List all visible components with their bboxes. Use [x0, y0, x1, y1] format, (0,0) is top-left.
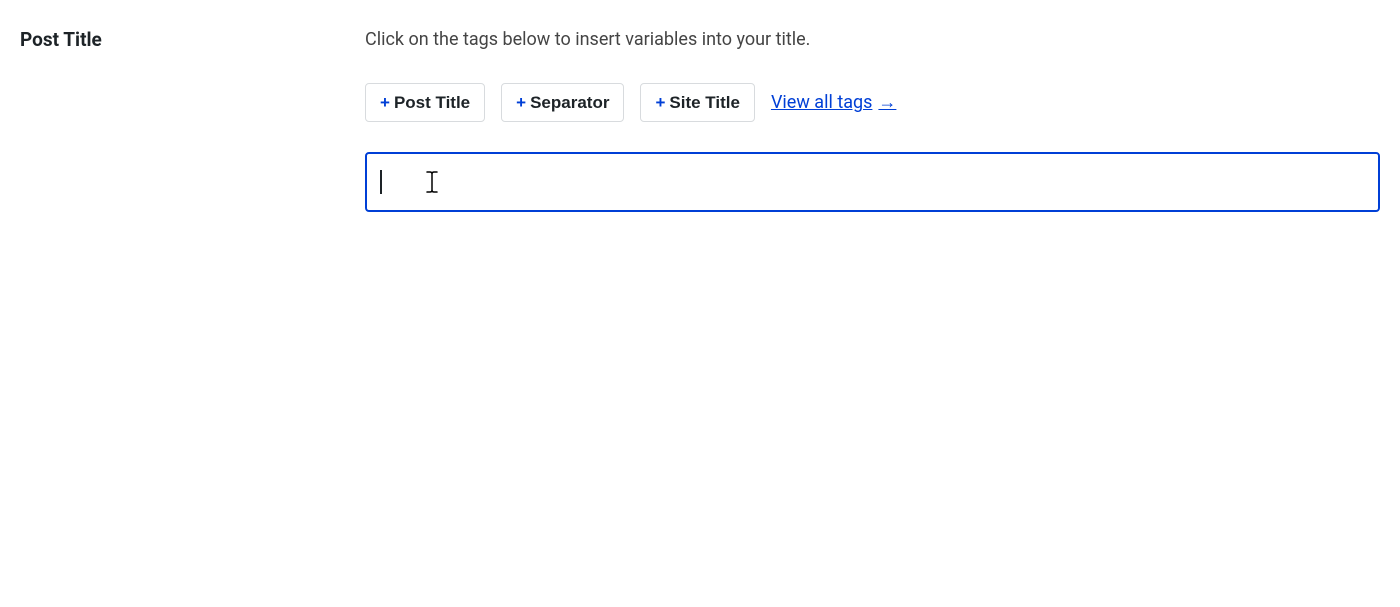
field-label-column: Post Title	[20, 28, 365, 53]
plus-icon: +	[380, 94, 390, 111]
tag-button-post-title[interactable]: + Post Title	[365, 83, 485, 122]
arrow-right-icon: →	[878, 92, 896, 113]
tag-buttons-row: + Post Title + Separator + Site Title Vi…	[365, 83, 1380, 122]
hint-text: Click on the tags below to insert variab…	[365, 28, 1380, 51]
plus-icon: +	[655, 94, 665, 111]
title-input-wrapper	[365, 152, 1380, 212]
tag-button-label: Site Title	[669, 94, 740, 111]
plus-icon: +	[516, 94, 526, 111]
view-all-label: View all tags	[771, 92, 872, 113]
field-label: Post Title	[20, 28, 365, 53]
post-title-input[interactable]	[365, 152, 1380, 212]
tag-button-label: Post Title	[394, 94, 470, 111]
view-all-tags-link[interactable]: View all tags →	[771, 92, 896, 113]
tag-button-label: Separator	[530, 94, 609, 111]
text-caret-icon	[380, 170, 382, 194]
tag-button-separator[interactable]: + Separator	[501, 83, 624, 122]
tag-button-site-title[interactable]: + Site Title	[640, 83, 754, 122]
field-content-column: Click on the tags below to insert variab…	[365, 28, 1380, 212]
